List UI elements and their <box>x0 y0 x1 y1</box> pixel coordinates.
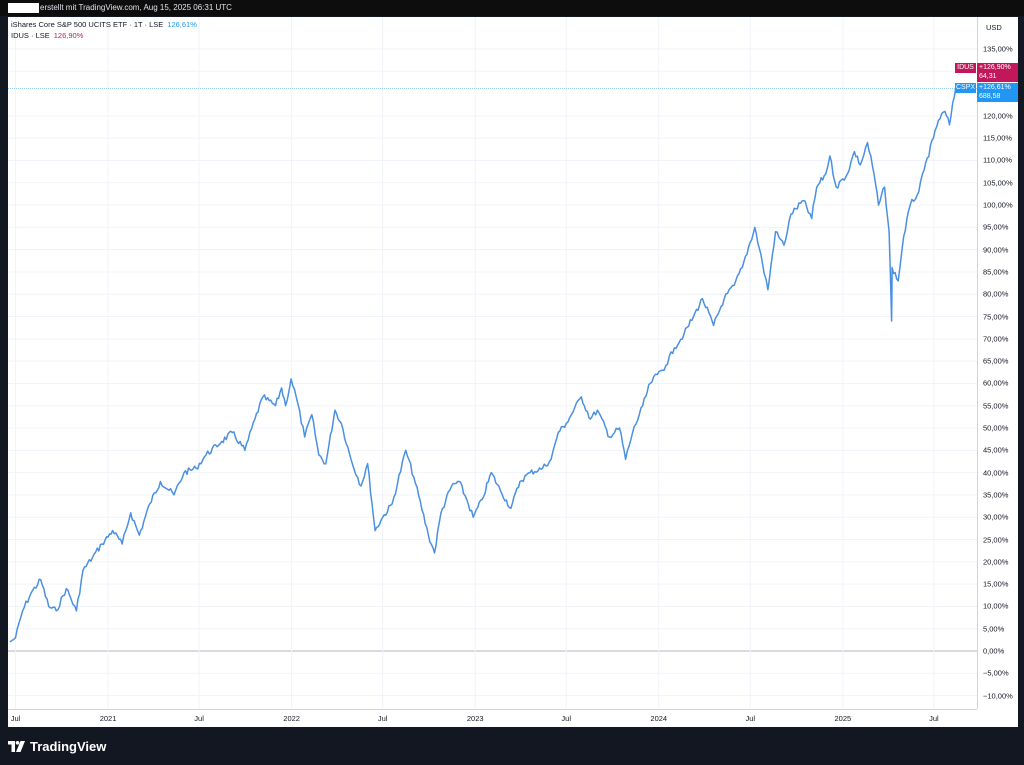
tradingview-wordmark: TradingView <box>30 739 107 754</box>
idus-price-badge: +126,90% 64,31 <box>977 63 1018 82</box>
y-tick-label: 35,00% <box>983 490 1009 500</box>
x-tick-label: Jul <box>194 714 204 723</box>
y-tick-label: 95,00% <box>983 222 1009 232</box>
y-tick-label: 115,00% <box>983 133 1013 143</box>
x-tick-label: Jul <box>929 714 939 723</box>
y-tick-label: 15,00% <box>983 579 1009 589</box>
footer-bar: TradingView <box>0 728 1024 765</box>
x-tick-label: Jul <box>10 714 21 723</box>
cspx-price-badge: +126,61% 688,58 <box>977 83 1018 102</box>
price-axis[interactable]: USD 135,00%130,00%120,00%115,00%110,00%1… <box>977 17 1018 709</box>
y-tick-label: −5,00% <box>983 668 1009 678</box>
y-tick-label: 30,00% <box>983 512 1009 522</box>
y-tick-label: 70,00% <box>983 334 1009 344</box>
tradingview-logo[interactable]: TradingView <box>8 739 106 754</box>
idus-percent: +126,90% <box>979 64 1011 71</box>
currency-label[interactable]: USD <box>986 23 1002 32</box>
y-tick-label: 5,00% <box>983 624 1005 634</box>
redacted-block <box>8 3 39 13</box>
y-tick-label: 50,00% <box>983 423 1009 433</box>
x-tick-label: 2021 <box>99 714 117 723</box>
idus-symbol-badge: IDUS <box>955 63 976 73</box>
legend: iShares Core S&P 500 UCITS ETF · 1T · LS… <box>11 19 197 41</box>
y-tick-label: 65,00% <box>983 356 1009 366</box>
y-tick-label: 120,00% <box>983 111 1013 121</box>
x-tick-label: 2024 <box>650 714 668 723</box>
x-tick-label: 2023 <box>466 714 484 723</box>
y-tick-label: 85,00% <box>983 267 1009 277</box>
watermark-text: erstellt mit TradingView.com, Aug 15, 20… <box>40 3 232 12</box>
legend-series-2-label: IDUS · LSE <box>11 31 50 40</box>
x-tick-label: 2022 <box>283 714 300 723</box>
chart-area[interactable]: iShares Core S&P 500 UCITS ETF · 1T · LS… <box>8 17 1018 727</box>
y-tick-label: 100,00% <box>983 200 1013 210</box>
y-tick-label: −10,00% <box>983 691 1013 701</box>
legend-series-2[interactable]: IDUS · LSE 126,90% <box>11 30 197 41</box>
y-tick-label: 25,00% <box>983 535 1009 545</box>
watermark-bar: erstellt mit TradingView.com, Aug 15, 20… <box>0 0 1024 16</box>
y-tick-label: 55,00% <box>983 401 1009 411</box>
idus-price: 64,31 <box>979 73 997 80</box>
series-line-cspx[interactable] <box>9 86 957 643</box>
y-tick-label: 20,00% <box>983 557 1009 567</box>
legend-series-2-value: 126,90% <box>53 31 84 40</box>
time-axis[interactable]: Jul 2021 Jul 2022 Jul 2023 Jul 2024 Jul 2025 Jul <box>8 709 977 727</box>
x-tick-label: Jul <box>745 714 756 723</box>
y-tick-label: 45,00% <box>983 445 1009 455</box>
y-tick-label: 40,00% <box>983 468 1009 478</box>
y-tick-label: 105,00% <box>983 178 1013 188</box>
plot-area[interactable] <box>8 17 977 709</box>
legend-series-1-value: 126,61% <box>167 20 197 29</box>
x-tick-label: Jul <box>561 714 572 723</box>
tradingview-logo-icon <box>8 741 25 752</box>
cspx-price: 688,58 <box>979 93 1001 100</box>
y-tick-label: 80,00% <box>983 289 1009 299</box>
y-tick-label: 90,00% <box>983 245 1009 255</box>
y-tick-label: 110,00% <box>983 155 1013 165</box>
legend-series-1[interactable]: iShares Core S&P 500 UCITS ETF · 1T · LS… <box>11 19 197 30</box>
legend-series-1-label: iShares Core S&P 500 UCITS ETF · 1T · LS… <box>11 20 164 29</box>
y-tick-label: 135,00% <box>983 44 1013 54</box>
cspx-percent: +126,61% <box>979 84 1011 91</box>
cspx-symbol-badge: CSPX <box>955 83 976 93</box>
y-tick-label: 0,00% <box>983 646 1005 656</box>
y-tick-label: 60,00% <box>983 378 1009 388</box>
y-tick-label: 75,00% <box>983 312 1009 322</box>
x-tick-label: Jul <box>377 714 388 723</box>
y-tick-label: 10,00% <box>983 601 1009 611</box>
x-tick-label: 2025 <box>834 714 852 723</box>
